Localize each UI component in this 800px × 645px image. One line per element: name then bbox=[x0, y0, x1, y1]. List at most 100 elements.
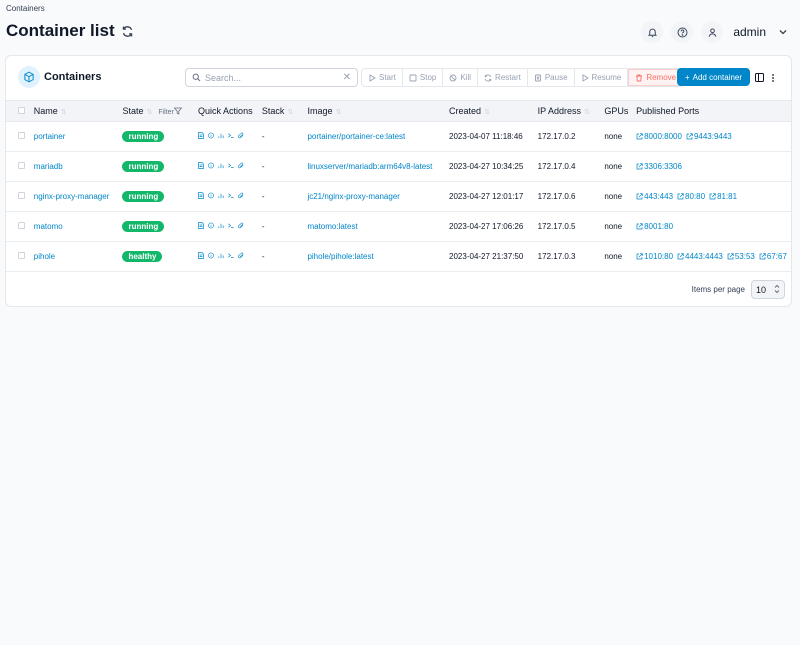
columns-icon[interactable] bbox=[755, 73, 764, 82]
ports-cell: 1010:80 4443:4443 53:53 67:67 bbox=[636, 241, 791, 272]
col-stack-label: Stack bbox=[261, 106, 285, 116]
sort-icon[interactable]: ⇅ bbox=[146, 109, 152, 116]
refresh-icon[interactable] bbox=[121, 25, 134, 38]
restart-button[interactable]: Restart bbox=[478, 69, 528, 86]
image-link[interactable]: linuxserver/mariadb:arm64v8-latest bbox=[307, 162, 432, 171]
row-checkbox[interactable] bbox=[18, 162, 25, 169]
start-button[interactable]: Start bbox=[362, 69, 403, 86]
row-checkbox[interactable] bbox=[18, 192, 25, 199]
sort-icon[interactable]: ⇅ bbox=[584, 109, 590, 116]
select-all-checkbox[interactable] bbox=[18, 107, 25, 114]
more-vertical-icon[interactable] bbox=[771, 73, 775, 83]
image-link[interactable]: jc21/nginx-proxy-manager bbox=[307, 192, 400, 201]
image-link[interactable]: portainer/portainer-ce:latest bbox=[307, 132, 405, 141]
container-name-link[interactable]: pihole bbox=[34, 252, 55, 261]
row-checkbox[interactable] bbox=[18, 222, 25, 229]
console-icon[interactable] bbox=[228, 252, 234, 259]
pause-button[interactable]: Pause bbox=[527, 69, 575, 86]
table-row[interactable]: mariadb running - linuxserver/mariadb:ar… bbox=[6, 151, 791, 182]
stop-button[interactable]: Stop bbox=[402, 69, 444, 86]
container-name-link[interactable]: nginx-proxy-manager bbox=[34, 192, 110, 201]
col-name[interactable]: Name ⇅ bbox=[33, 100, 123, 122]
console-icon[interactable] bbox=[228, 192, 234, 199]
resume-button[interactable]: Resume bbox=[574, 69, 629, 86]
port-link[interactable]: 4443:4443 bbox=[677, 252, 723, 261]
inspect-icon[interactable] bbox=[208, 222, 214, 229]
stats-icon[interactable] bbox=[218, 192, 224, 199]
logs-icon[interactable] bbox=[198, 132, 204, 139]
col-stack[interactable]: Stack ⇅ bbox=[261, 100, 308, 122]
search-box[interactable]: ✕ bbox=[185, 68, 358, 87]
col-created[interactable]: Created ⇅ bbox=[449, 100, 538, 122]
search-input[interactable] bbox=[205, 72, 343, 83]
sort-icon[interactable]: ⇅ bbox=[484, 109, 490, 116]
attach-icon[interactable] bbox=[238, 162, 244, 169]
add-container-button[interactable]: + Add container bbox=[677, 68, 750, 86]
image-link[interactable]: pihole/pihole:latest bbox=[307, 252, 373, 261]
attach-icon[interactable] bbox=[238, 192, 244, 199]
port-link[interactable]: 81:81 bbox=[709, 192, 737, 201]
trash-icon bbox=[635, 74, 643, 82]
stats-icon[interactable] bbox=[218, 222, 224, 229]
table-row[interactable]: nginx-proxy-manager running - jc21/nginx… bbox=[6, 181, 791, 212]
col-ip[interactable]: IP Address ⇅ bbox=[537, 100, 605, 122]
port-label: 81:81 bbox=[717, 192, 738, 201]
col-state[interactable]: State ⇅ Filter bbox=[122, 100, 199, 122]
help-button[interactable] bbox=[671, 21, 694, 43]
user-name[interactable]: admin bbox=[733, 25, 766, 39]
clear-icon[interactable]: ✕ bbox=[343, 72, 351, 83]
console-icon[interactable] bbox=[228, 132, 234, 139]
sort-icon[interactable]: ⇅ bbox=[61, 109, 67, 116]
breadcrumb[interactable]: Containers bbox=[6, 4, 45, 13]
image-link[interactable]: matomo:latest bbox=[307, 222, 357, 231]
port-link[interactable]: 1010:80 bbox=[636, 252, 673, 261]
table-row[interactable]: portainer running - portainer/portainer-… bbox=[6, 121, 791, 152]
row-checkbox[interactable] bbox=[18, 252, 25, 259]
logs-icon[interactable] bbox=[198, 192, 204, 199]
stack-cell: - bbox=[261, 241, 308, 272]
state-filter-label[interactable]: Filter bbox=[158, 109, 174, 116]
logs-icon[interactable] bbox=[198, 162, 204, 169]
card-title: Containers bbox=[44, 71, 102, 83]
items-per-page-select[interactable]: 10 bbox=[751, 280, 785, 299]
col-image[interactable]: Image ⇅ bbox=[307, 100, 450, 122]
stats-icon[interactable] bbox=[218, 252, 224, 259]
col-gpus: GPUs bbox=[604, 100, 637, 122]
port-link[interactable]: 8000:8000 bbox=[636, 132, 682, 141]
port-link[interactable]: 8001:80 bbox=[636, 222, 673, 231]
port-link[interactable]: 443:443 bbox=[636, 192, 673, 201]
table-row[interactable]: matomo running - matomo:latest 2023-04-2… bbox=[6, 211, 791, 242]
filter-icon[interactable] bbox=[173, 106, 183, 116]
port-link[interactable]: 53:53 bbox=[727, 252, 755, 261]
stop-label: Stop bbox=[419, 73, 437, 82]
inspect-icon[interactable] bbox=[208, 132, 214, 139]
remove-button[interactable]: Remove bbox=[628, 69, 684, 86]
sort-icon[interactable]: ⇅ bbox=[287, 109, 293, 116]
container-name-link[interactable]: mariadb bbox=[34, 162, 63, 171]
container-name-link[interactable]: portainer bbox=[34, 132, 66, 141]
attach-icon[interactable] bbox=[238, 132, 244, 139]
console-icon[interactable] bbox=[228, 162, 234, 169]
port-link[interactable]: 80:80 bbox=[677, 192, 705, 201]
inspect-icon[interactable] bbox=[208, 252, 214, 259]
notifications-button[interactable] bbox=[641, 21, 664, 43]
attach-icon[interactable] bbox=[238, 222, 244, 229]
sort-icon[interactable]: ⇅ bbox=[335, 109, 341, 116]
table-row[interactable]: pihole healthy - pihole/pihole:latest 20… bbox=[6, 241, 791, 272]
console-icon[interactable] bbox=[228, 222, 234, 229]
port-link[interactable]: 3306:3306 bbox=[636, 162, 682, 171]
port-link[interactable]: 67:67 bbox=[759, 252, 787, 261]
logs-icon[interactable] bbox=[198, 252, 204, 259]
kill-button[interactable]: Kill bbox=[443, 69, 479, 86]
row-checkbox[interactable] bbox=[18, 132, 25, 139]
attach-icon[interactable] bbox=[238, 252, 244, 259]
stats-icon[interactable] bbox=[218, 132, 224, 139]
inspect-icon[interactable] bbox=[208, 162, 214, 169]
inspect-icon[interactable] bbox=[208, 192, 214, 199]
logs-icon[interactable] bbox=[198, 222, 204, 229]
port-link[interactable]: 9443:9443 bbox=[686, 132, 732, 141]
chevron-down-icon[interactable] bbox=[778, 27, 788, 37]
user-avatar[interactable] bbox=[701, 21, 724, 43]
container-name-link[interactable]: matomo bbox=[34, 222, 63, 231]
stats-icon[interactable] bbox=[218, 162, 224, 169]
